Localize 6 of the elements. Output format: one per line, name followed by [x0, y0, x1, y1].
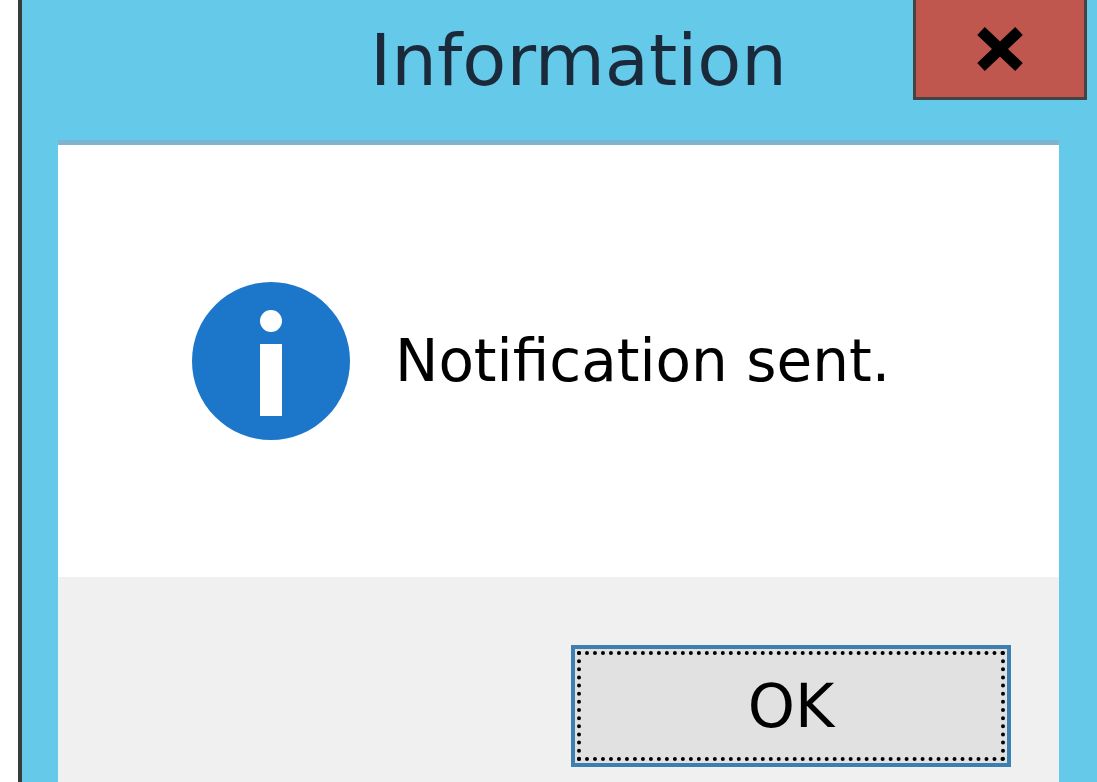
info-icon [192, 282, 350, 440]
close-button[interactable] [913, 0, 1087, 100]
close-icon [975, 26, 1025, 71]
ok-button[interactable]: OK [571, 645, 1011, 767]
window-title: Information [370, 17, 787, 104]
message-text: Notification sent. [395, 327, 891, 395]
